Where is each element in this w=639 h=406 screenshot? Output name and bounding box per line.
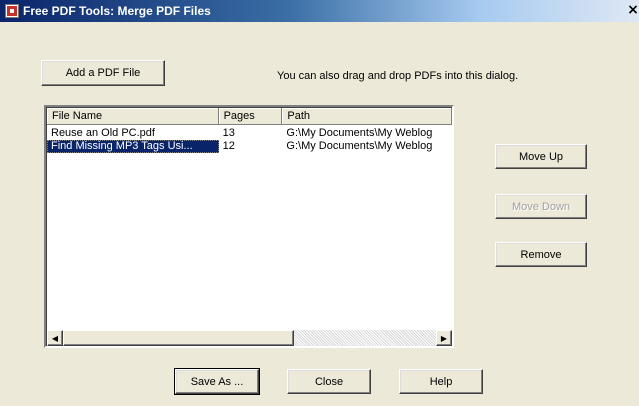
scrollbar-track[interactable] (63, 330, 436, 346)
close-icon[interactable]: × (627, 1, 639, 19)
scroll-left-arrow-icon[interactable]: ◀ (47, 330, 63, 346)
column-header-file-name[interactable]: File Name (47, 108, 219, 125)
horizontal-scrollbar[interactable]: ◀ ▶ (47, 330, 452, 346)
window-title: Free PDF Tools: Merge PDF Files (23, 4, 211, 18)
pdf-app-icon (5, 4, 19, 18)
row-file-name: Reuse an Old PC.pdf (51, 127, 155, 139)
table-row[interactable]: Reuse an Old PC.pdf 13 G:\My Documents\M… (47, 127, 452, 140)
list-header: File Name Pages Path (47, 108, 452, 125)
row-pages: 13 (222, 127, 235, 139)
row-file-name: Find Missing MP3 Tags Usi... (47, 140, 219, 153)
remove-button[interactable]: Remove (495, 242, 587, 267)
drag-drop-hint: You can also drag and drop PDFs into thi… (277, 70, 519, 82)
table-row[interactable]: Find Missing MP3 Tags Usi... 12 G:\My Do… (47, 140, 452, 153)
scroll-right-arrow-icon[interactable]: ▶ (436, 330, 452, 346)
scrollbar-thumb[interactable] (63, 330, 294, 346)
row-path: G:\My Documents\My Weblog (286, 127, 433, 139)
pdf-file-list[interactable]: File Name Pages Path Reuse an Old PC.pdf… (44, 105, 454, 348)
move-up-button[interactable]: Move Up (495, 144, 587, 169)
column-header-path[interactable]: Path (282, 108, 452, 125)
help-button[interactable]: Help (399, 369, 483, 394)
row-pages: 12 (222, 140, 235, 152)
save-as-button[interactable]: Save As ... (174, 368, 260, 395)
title-bar[interactable]: Free PDF Tools: Merge PDF Files × (0, 0, 639, 22)
move-down-button[interactable]: Move Down (495, 194, 587, 219)
add-pdf-file-button[interactable]: Add a PDF File (41, 60, 165, 86)
close-button[interactable]: Close (287, 369, 371, 394)
row-path: G:\My Documents\My Weblog (286, 140, 433, 152)
column-header-pages[interactable]: Pages (218, 108, 283, 125)
